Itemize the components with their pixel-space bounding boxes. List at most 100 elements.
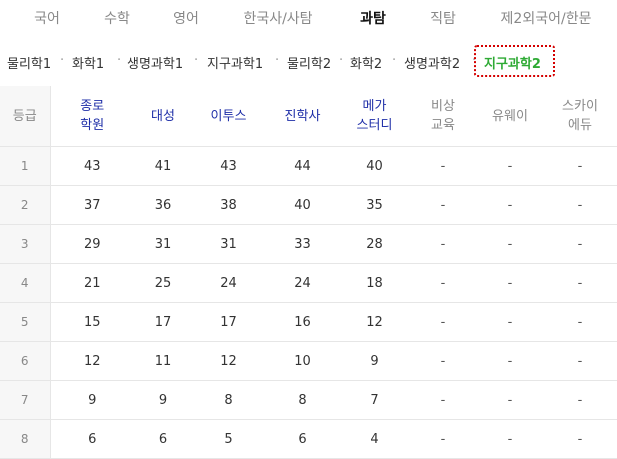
score-cell: - (543, 302, 617, 342)
score-cell: - (409, 419, 477, 459)
score-cell: 8 (192, 380, 265, 420)
score-cell: 5 (192, 419, 265, 459)
table-row: 799887--- (0, 380, 617, 420)
table-row: 2 37 36 38 40 35- - - (0, 185, 617, 225)
score-cell: 31 (134, 224, 192, 264)
sub-tab-6[interactable]: 생명과학2 (404, 53, 460, 72)
score-cell: - (543, 341, 617, 381)
grade-cell: 1 (0, 146, 51, 186)
score-cell: - (477, 341, 543, 381)
score-cell: 29 (50, 224, 134, 264)
sub-tab-4[interactable]: 물리학2 (287, 53, 331, 72)
score-cell: 6 (50, 419, 134, 459)
score-cell: 21 (50, 263, 134, 303)
separator-dot: · (392, 53, 397, 68)
score-cell: - (477, 185, 543, 225)
tab-subject-5[interactable]: 직탐 (430, 8, 456, 28)
score-cell: 44 (265, 146, 340, 186)
column-header-publisher: 이투스 (192, 86, 265, 147)
score-cell: - (409, 146, 477, 186)
header-line: 종로 (80, 99, 105, 114)
score-cell: 9 (134, 380, 192, 420)
separator-dot: · (275, 53, 280, 68)
tab-subject-4[interactable]: 과탐 (360, 8, 386, 28)
sub-tab-5[interactable]: 화학2 (350, 53, 382, 72)
grade-cell: 3 (0, 224, 51, 264)
header-line: 스카이 (562, 99, 598, 114)
score-cell: - (409, 263, 477, 303)
score-cell: 17 (134, 302, 192, 342)
score-cell: - (477, 419, 543, 459)
score-cell: 41 (134, 146, 192, 186)
score-cell: 43 (50, 146, 134, 186)
column-header-publisher: 대성 (134, 86, 192, 147)
grade-cell: 4 (0, 263, 51, 303)
score-cell: 17 (192, 302, 265, 342)
score-cell: - (477, 380, 543, 420)
grade-cell: 7 (0, 380, 51, 420)
column-header-grade: 등급 (0, 86, 51, 147)
score-cell: 11 (134, 341, 192, 381)
grade-cell: 5 (0, 302, 51, 342)
score-cell: 31 (192, 224, 265, 264)
column-header-publisher: 스카이 에듀 (543, 86, 617, 147)
score-cell: - (543, 224, 617, 264)
score-cell: 18 (340, 263, 409, 303)
grade-cell: 6 (0, 341, 51, 381)
score-cell: - (409, 224, 477, 264)
sub-tab-1[interactable]: 화학1 (72, 53, 104, 72)
score-cell: - (543, 263, 617, 303)
header-line: 학원 (80, 118, 105, 133)
score-cell: - (477, 224, 543, 264)
score-cell: 10 (265, 341, 340, 381)
score-cell: 37 (50, 185, 134, 225)
score-cell: 9 (50, 380, 134, 420)
header-line: 비상 (431, 99, 455, 114)
score-cell: - (409, 341, 477, 381)
header-line: 메가 (362, 99, 387, 114)
header-line: 유웨이 (492, 108, 528, 124)
score-cell: 6 (134, 419, 192, 459)
separator-dot: · (194, 53, 199, 68)
grade-cell: 8 (0, 419, 51, 459)
table-row: 1 43 41 43 44 40- - - (0, 146, 617, 186)
score-cell: - (543, 185, 617, 225)
column-header-publisher: 진학사 (265, 86, 340, 147)
score-cell: 36 (134, 185, 192, 225)
tab-subject-2[interactable]: 영어 (173, 8, 199, 28)
score-cell: 12 (340, 302, 409, 342)
sub-tab-3[interactable]: 지구과학1 (207, 53, 263, 72)
score-cell: 9 (340, 341, 409, 381)
score-cell: 40 (340, 146, 409, 186)
score-cell: 7 (340, 380, 409, 420)
score-cell: 43 (192, 146, 265, 186)
score-cell: 24 (265, 263, 340, 303)
score-cell: 16 (265, 302, 340, 342)
score-cell: 40 (265, 185, 340, 225)
grade-cell: 2 (0, 185, 51, 225)
score-cell: 35 (340, 185, 409, 225)
score-cell: 33 (265, 224, 340, 264)
table-row: 3 29 31 31 33 28- - - (0, 224, 617, 264)
score-cell: 15 (50, 302, 134, 342)
tab-subject-0[interactable]: 국어 (34, 8, 60, 28)
score-cell: 28 (340, 224, 409, 264)
subject-tab-bar: 국어 수학 영어 한국사/사탐 과탐 직탐 제2외국어/한문 (0, 0, 617, 34)
tab-subject-6[interactable]: 제2외국어/한문 (501, 8, 592, 28)
score-cell: - (409, 185, 477, 225)
score-cell: - (477, 302, 543, 342)
separator-dot: · (339, 53, 344, 68)
score-cell: - (543, 380, 617, 420)
table-row: 5 15 17 17 16 12- - - (0, 302, 617, 342)
header-line: 등급 (12, 108, 37, 124)
score-cell: - (477, 263, 543, 303)
header-line: 대성 (151, 108, 175, 124)
tab-subject-1[interactable]: 수학 (104, 8, 130, 28)
sub-tab-0[interactable]: 물리학1 (7, 53, 51, 72)
selected-subject-highlight (474, 45, 555, 77)
score-cell: - (543, 146, 617, 186)
score-cell: 38 (192, 185, 265, 225)
sub-tab-2[interactable]: 생명과학1 (127, 53, 183, 72)
header-line: 진학사 (284, 108, 321, 124)
tab-subject-3[interactable]: 한국사/사탐 (243, 8, 312, 28)
